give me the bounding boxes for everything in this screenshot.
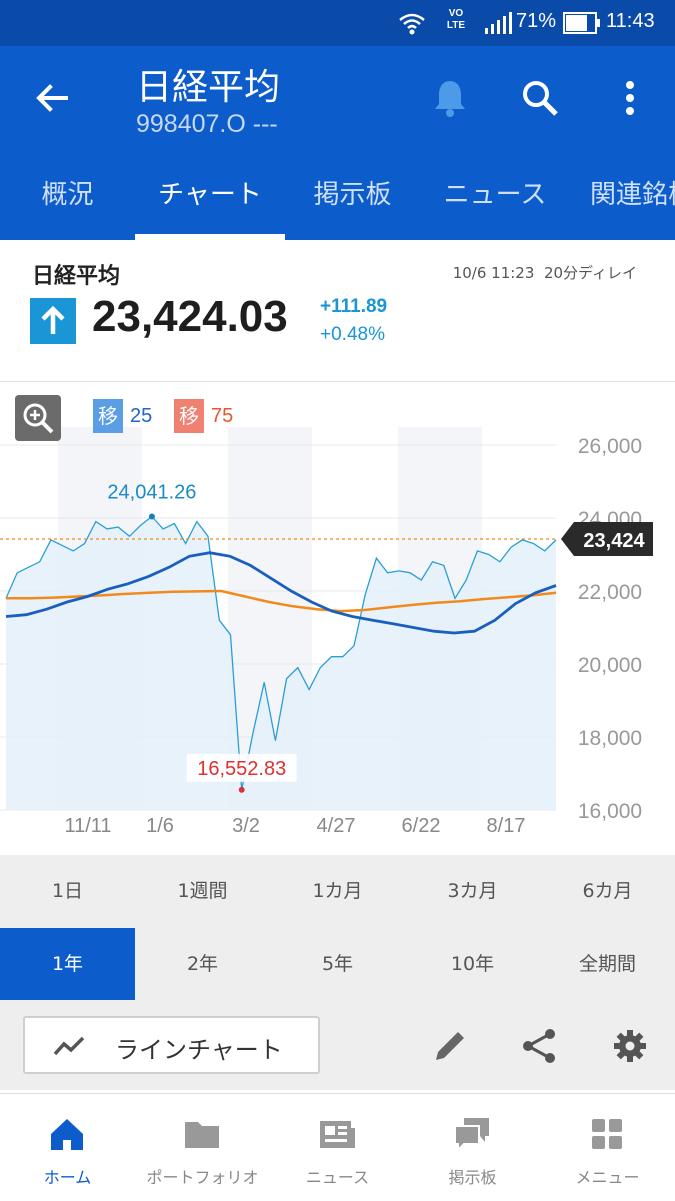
chart-type-label: ラインチャート (115, 1036, 283, 1064)
x-tick-label: 3/2 (232, 815, 260, 837)
ma25-badge[interactable]: 移 (93, 399, 123, 433)
nav-home[interactable]: ホーム (0, 1094, 135, 1201)
zoom-in-icon[interactable] (15, 395, 61, 441)
newspaper-icon (320, 1121, 355, 1148)
x-tick-label: 11/11 (64, 815, 111, 837)
folder-icon (185, 1122, 219, 1148)
y-tick-label: 20,000 (578, 654, 642, 677)
price-change-percent: +0.48% (320, 324, 385, 345)
period-2y[interactable]: 2年 (135, 928, 270, 1000)
period-1y[interactable]: 1年 (0, 928, 135, 1000)
wifi-icon (399, 13, 425, 35)
line-chart-icon (53, 1036, 85, 1056)
y-tick-label: 16,000 (578, 800, 642, 823)
bell-icon[interactable] (428, 76, 472, 120)
chart-toolbar: ラインチャート (0, 1000, 675, 1090)
battery-percent: 71% (516, 10, 557, 32)
signal-icon (485, 12, 512, 34)
current-price: 23,424.03 (92, 292, 288, 341)
nav-news-label: ニュース (305, 1168, 370, 1187)
ma25-period: 25 (130, 405, 153, 427)
period-6m[interactable]: 6カ月 (540, 855, 675, 927)
ma75-badge[interactable]: 移 (174, 399, 204, 433)
x-tick-label: 8/17 (487, 815, 526, 837)
price-chart[interactable]: 26,000 24,000 22,000 20,000 18,000 16,000 11/1… (0, 383, 675, 855)
y-tick-label: 26,000 (578, 435, 642, 458)
period-5y[interactable]: 5年 (270, 928, 405, 1000)
volte-badge: VO LTE (446, 8, 466, 31)
high-point (148, 513, 155, 520)
period-all[interactable]: 全期間 (540, 928, 675, 1000)
up-arrow-icon (30, 298, 76, 344)
period-1d[interactable]: 1日 (0, 855, 135, 927)
ma75-period: 75 (211, 405, 234, 427)
x-tick-label: 6/22 (402, 815, 441, 837)
quote-header: 日経平均 10/6 11:23 20分ディレイ 23,424.03 +111.8… (0, 240, 675, 382)
nav-news[interactable]: ニュース (270, 1094, 405, 1201)
tab-board[interactable]: 掲示板 (285, 172, 420, 240)
nav-board[interactable]: 掲示板 (405, 1094, 540, 1201)
stock-code: 998407.O --- (136, 110, 278, 138)
nav-menu[interactable]: メニュー (540, 1094, 675, 1201)
x-tick-label: 4/27 (317, 815, 356, 837)
chat-bubbles-icon (454, 1118, 489, 1153)
period-3m[interactable]: 3カ月 (405, 855, 540, 927)
period-10y[interactable]: 10年 (405, 928, 540, 1000)
more-vertical-icon[interactable] (608, 76, 652, 120)
tab-related[interactable]: 関連銘柄 (590, 172, 675, 240)
app-bar: 日経平均 998407.O --- 概況 チャート 掲示板 ニュース 関連銘柄 (0, 46, 675, 240)
page-title: 日経平均 (136, 67, 281, 108)
battery-icon (563, 12, 600, 34)
period-selector: 1日 1週間 1カ月 3カ月 6カ月 1年 2年 5年 10年 全期間 (0, 855, 675, 1000)
nav-portfolio[interactable]: ポートフォリオ (135, 1094, 270, 1201)
y-tick-label: 18,000 (578, 727, 642, 750)
current-price-tag-label: 23,424 (583, 530, 645, 552)
home-icon (51, 1119, 83, 1150)
nav-home-label: ホーム (43, 1168, 92, 1187)
status-bar: VO LTE 71% 11:43 (0, 0, 675, 46)
gear-icon[interactable] (610, 1026, 650, 1066)
back-arrow-icon[interactable] (30, 76, 74, 120)
y-tick-label: 22,000 (578, 581, 642, 604)
stock-name: 日経平均 (32, 264, 121, 289)
x-tick-label: 1/6 (146, 815, 174, 837)
quote-timestamp: 10/6 11:23 20分ディレイ (452, 264, 637, 282)
period-1m[interactable]: 1カ月 (270, 855, 405, 927)
high-label: 24,041.26 (107, 482, 196, 504)
grid-menu-icon (592, 1119, 622, 1149)
period-1w[interactable]: 1週間 (135, 855, 270, 927)
pencil-icon[interactable] (430, 1026, 470, 1066)
nav-menu-label: メニュー (575, 1168, 640, 1187)
tab-news[interactable]: ニュース (420, 172, 570, 240)
search-icon[interactable] (518, 76, 562, 120)
nav-board-label: 掲示板 (448, 1168, 497, 1187)
low-label: 16,552.83 (197, 758, 286, 780)
low-point (238, 786, 245, 793)
chart-type-button[interactable]: ラインチャート (23, 1016, 320, 1074)
nav-portfolio-label: ポートフォリオ (146, 1168, 259, 1187)
line-chart[interactable]: 26,00024,00022,00020,00018,00016,00011/1… (0, 383, 675, 855)
tab-bar: 概況 チャート 掲示板 ニュース 関連銘柄 (0, 172, 675, 240)
tab-chart[interactable]: チャート (135, 172, 285, 240)
tab-overview[interactable]: 概況 (0, 172, 135, 240)
share-icon[interactable] (520, 1026, 560, 1066)
price-change: +111.89 (320, 296, 388, 317)
clock: 11:43 (606, 10, 655, 32)
bottom-navigation: ホーム ポートフォリオ ニュース 掲示板 メニュー (0, 1093, 675, 1200)
